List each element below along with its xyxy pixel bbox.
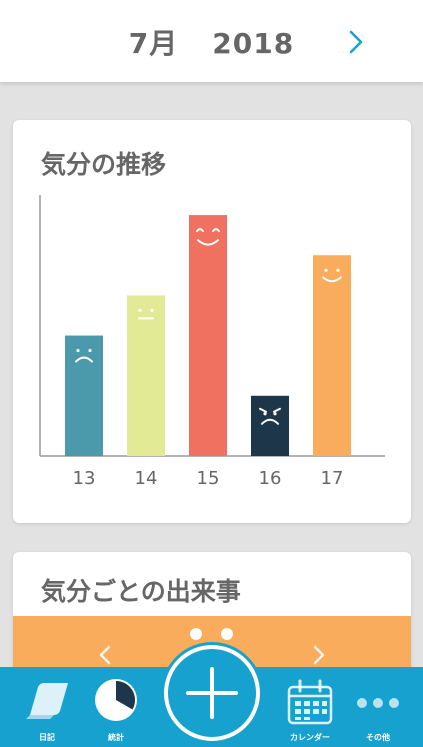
tick-label-15: 15 bbox=[197, 468, 220, 489]
year-label: 2018 bbox=[212, 27, 295, 60]
mood-bar-17 bbox=[313, 255, 351, 456]
tick-label-14: 14 bbox=[135, 468, 158, 489]
mood-bar-16 bbox=[251, 395, 289, 456]
chevron-right-icon bbox=[313, 645, 325, 665]
mood-trend-card: 気分の推移 13 14 15 16 17 bbox=[13, 120, 411, 523]
chevron-left-icon bbox=[99, 645, 111, 665]
tick-label-13: 13 bbox=[73, 468, 96, 489]
mood-bar-14 bbox=[127, 295, 165, 456]
notebook-icon bbox=[26, 683, 68, 719]
mood-bar-chart: 13 14 15 16 17 bbox=[39, 195, 385, 489]
nav-diary-label: 日記 bbox=[39, 733, 55, 742]
calendar-icon bbox=[287, 679, 333, 725]
plus-icon bbox=[186, 667, 238, 719]
nav-calendar-label: カレンダー bbox=[290, 733, 330, 742]
nav-more-label: その他 bbox=[366, 733, 390, 742]
more-dots-icon bbox=[357, 698, 399, 708]
chevron-right-icon bbox=[349, 30, 363, 54]
nav-calendar[interactable]: カレンダー bbox=[278, 667, 342, 747]
nav-stats[interactable]: 統計 bbox=[88, 667, 144, 747]
next-month-button[interactable] bbox=[340, 24, 374, 60]
add-entry-button[interactable] bbox=[164, 645, 260, 741]
pie-chart-icon bbox=[95, 679, 137, 721]
nav-more[interactable]: その他 bbox=[350, 667, 406, 747]
prev-mood-button[interactable] bbox=[95, 640, 115, 670]
nav-stats-label: 統計 bbox=[108, 733, 124, 742]
month-label: 7月 bbox=[128, 27, 179, 60]
mood-bar-15 bbox=[189, 215, 227, 456]
tick-label-17: 17 bbox=[321, 468, 344, 489]
tick-label-16: 16 bbox=[259, 468, 282, 489]
month-header: 7月 2018 bbox=[0, 0, 423, 82]
nav-diary[interactable]: 日記 bbox=[16, 667, 78, 747]
mood-events-title: 気分ごとの出来事 bbox=[41, 577, 241, 606]
next-mood-button[interactable] bbox=[309, 640, 329, 670]
mood-bar-13 bbox=[65, 335, 103, 456]
